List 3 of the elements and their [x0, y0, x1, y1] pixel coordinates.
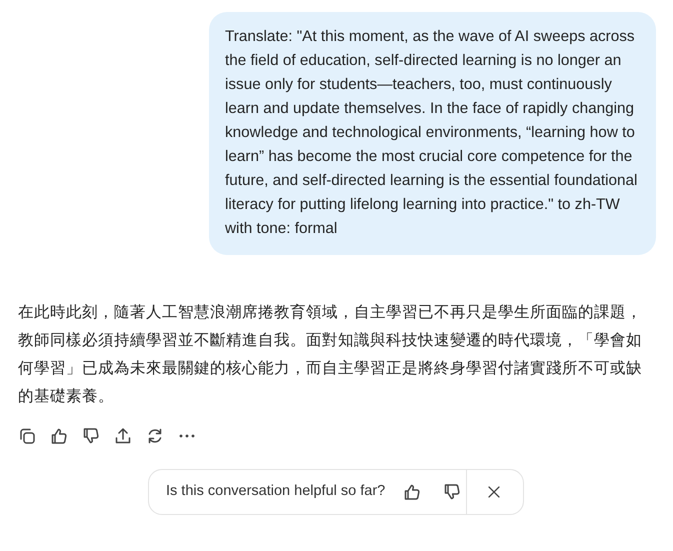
- assistant-message: 在此時此刻，隨著人工智慧浪潮席捲教育領域，自主學習已不再只是學生所面臨的課題，教師同樣必須持續學習並不斷精進自我。面對知識與科技快速變遷的時代環境，「學會如何學習」已成為未來最關鍵的核心能力，而自主學習正是將終身學習付諸實踐所不可或缺的基礎素養。: [18, 302, 643, 407]
- user-message: Translate: "At this moment, as the wave of AI sweeps across the field of education, self-directed learning is no longer an issue only for students—teachers, too, must continuously learn and update themselves. In the face of rapidly changing knowledge and technological environments, “learning how to learn” has become the most crucial core competence for the future, and self-directed learning is the essential foundational literacy for putting lifelong learning into practice." to zh-TW with tone: formal: [209, 12, 656, 255]
- feedback-question: Is this conversation helpful so far?: [165, 482, 386, 502]
